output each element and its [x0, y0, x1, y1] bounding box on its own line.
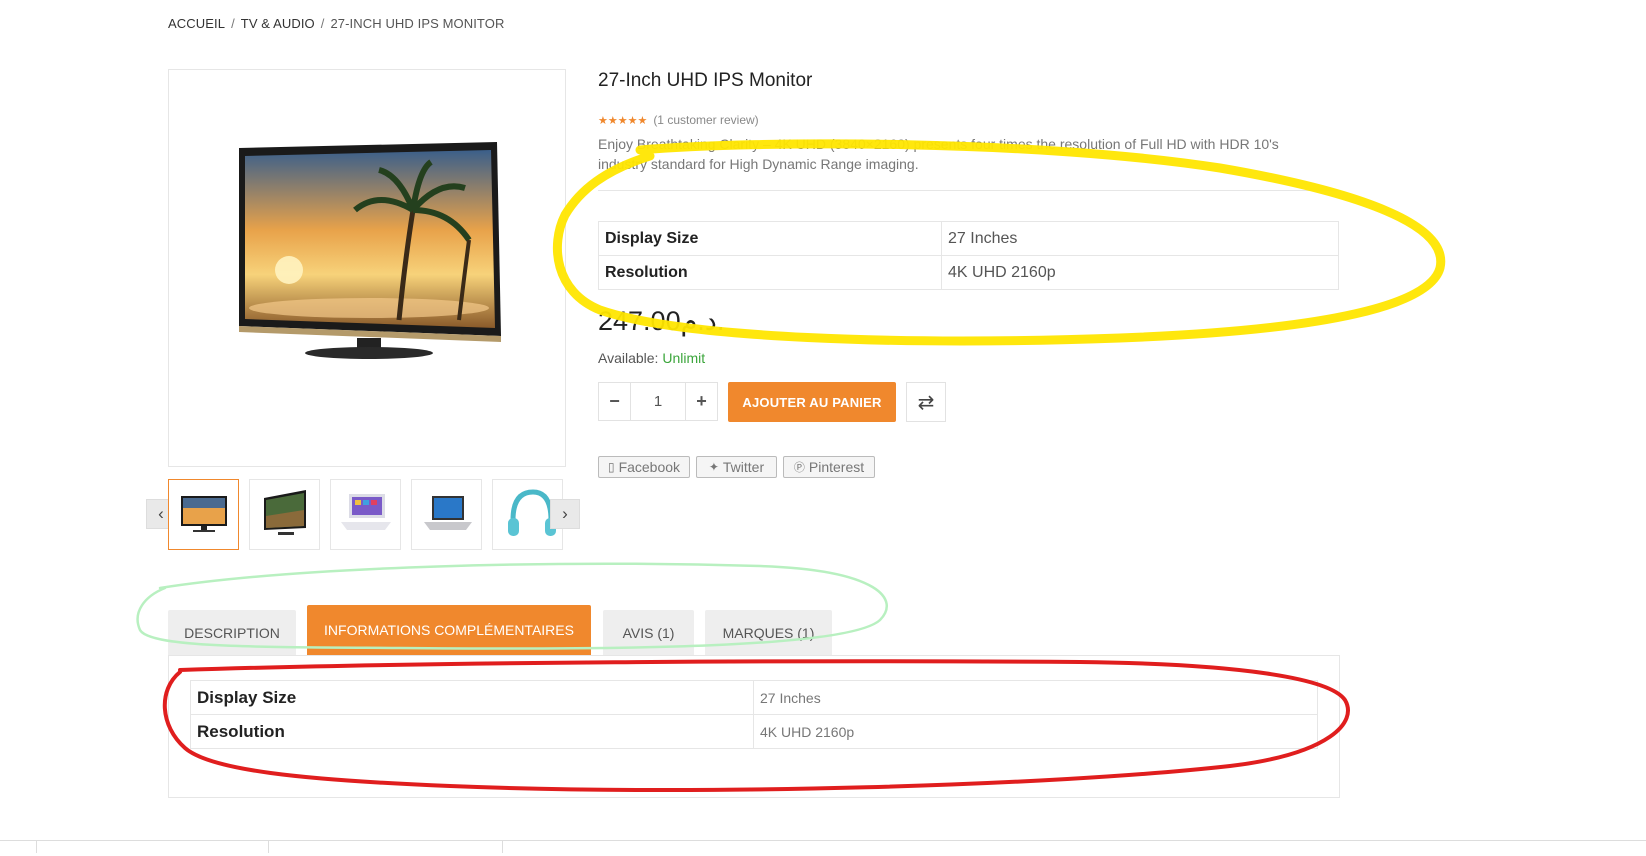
share-pinterest-label: Pinterest [808, 459, 865, 475]
attribute-value: 27 Inches [753, 680, 1318, 715]
attribute-label: Resolution [190, 714, 754, 749]
attribute-value: 4K UHD 2160p [753, 714, 1318, 749]
thumbnail-tv-monitor[interactable] [168, 479, 239, 550]
thumbnail-next-button[interactable]: › [550, 499, 580, 529]
tab-description[interactable]: DESCRIPTION [168, 610, 296, 655]
share-facebook-button[interactable]: ▯ Facebook [598, 456, 690, 478]
quantity-decrease-button[interactable]: − [599, 383, 630, 420]
stock-availability: Available: Unlimit [598, 350, 705, 366]
product-specs-table: Display Size 27 Inches Resolution 4K UHD… [598, 221, 1339, 290]
breadcrumb-home[interactable]: ACCUEIL [168, 16, 225, 31]
share-facebook-label: Facebook [618, 459, 681, 475]
share-twitter-label: Twitter [722, 459, 765, 475]
tab-brands[interactable]: MARQUES (1) [705, 610, 832, 655]
chevron-left-icon: ‹ [158, 504, 164, 523]
star-rating-icon: ★★★★★ [598, 114, 648, 127]
customer-review-link[interactable]: (1 customer review) [653, 113, 758, 127]
breadcrumb-category[interactable]: TV & AUDIO [241, 16, 315, 31]
spec-label: Resolution [598, 255, 942, 290]
product-short-description: Enjoy Breathtaking Clarity – 4K UHD (384… [598, 136, 1279, 172]
footer-separator [36, 841, 37, 853]
laptop-white-thumbnail-image [341, 494, 391, 530]
attribute-label: Display Size [190, 680, 754, 715]
footer-separator [268, 841, 269, 853]
thumbnail-tv-forest[interactable] [249, 479, 320, 550]
quantity-increase-button[interactable]: + [686, 383, 717, 420]
spec-value: 27 Inches [941, 221, 1339, 256]
share-pinterest-button[interactable]: Ⓟ Pinterest [783, 456, 875, 478]
facebook-icon: ▯ [607, 460, 615, 474]
tv-forest-thumbnail-image [264, 490, 306, 535]
product-title: 27-Inch UHD IPS Monitor [598, 70, 813, 91]
main-product-image[interactable] [168, 69, 566, 467]
spec-label: Display Size [598, 221, 942, 256]
breadcrumb: ACCUEIL / TV & AUDIO / 27-INCH UHD IPS MONIT… [168, 16, 504, 31]
table-row: Display Size 27 Inches [190, 680, 1318, 715]
tv-monitor-image [239, 142, 501, 359]
availability-value: Unlimit [662, 350, 706, 366]
add-to-cart-button[interactable]: AJOUTER AU PANIER [728, 382, 896, 422]
breadcrumb-separator: / [320, 16, 325, 31]
table-row: Resolution 4K UHD 2160p [598, 255, 1339, 290]
tab-additional-information[interactable]: INFORMATIONS COMPLÉMENTAIRES [307, 605, 591, 655]
footer-divider [0, 840, 1646, 841]
quantity-stepper: − 1 + [598, 382, 718, 421]
quantity-input[interactable]: 1 [630, 383, 686, 420]
thumbnail-laptop-silver[interactable] [411, 479, 482, 550]
twitter-icon: ✦ [708, 460, 719, 474]
product-price: 247.00د.م. [598, 306, 725, 336]
laptop-silver-thumbnail-image [424, 496, 472, 530]
availability-label: Available: [598, 350, 659, 366]
share-twitter-button[interactable]: ✦ Twitter [696, 456, 777, 478]
thumbnail-laptop-white[interactable] [330, 479, 401, 550]
footer-separator [502, 841, 503, 853]
compare-arrows-icon: ⇄ [917, 391, 935, 414]
divider [598, 190, 1338, 191]
additional-information-table: Display Size 27 Inches Resolution 4K UHD… [190, 680, 1318, 749]
breadcrumb-current: 27-INCH UHD IPS MONITOR [330, 16, 505, 31]
compare-button[interactable]: ⇄ [906, 382, 946, 422]
tab-reviews[interactable]: AVIS (1) [603, 610, 694, 655]
pinterest-icon: Ⓟ [793, 462, 805, 474]
chevron-right-icon: › [562, 504, 568, 523]
spec-value: 4K UHD 2160p [941, 255, 1339, 290]
breadcrumb-separator: / [231, 16, 235, 31]
product-rating: ★★★★★ (1 customer review) [598, 113, 759, 127]
table-row: Display Size 27 Inches [598, 221, 1339, 256]
tv-monitor-thumbnail-image [181, 496, 227, 532]
table-row: Resolution 4K UHD 2160p [190, 714, 1318, 749]
